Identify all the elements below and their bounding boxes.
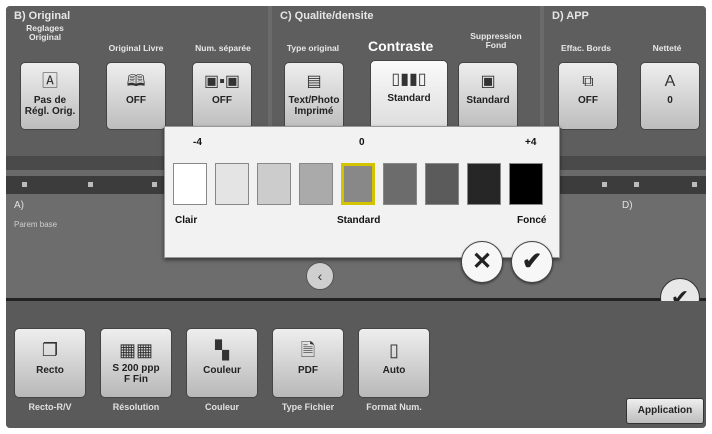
tick-min: -4 xyxy=(193,137,202,148)
slider-dot xyxy=(152,182,157,187)
tick-mid: 0 xyxy=(359,137,365,148)
book-icon: 🕮 xyxy=(126,73,146,90)
section-a-label: A) xyxy=(14,200,24,211)
resolution-value: S 200 ppp F Fin xyxy=(112,363,160,385)
couleur-caption: Couleur xyxy=(204,402,239,412)
background-removal-icon: ▣ xyxy=(480,73,496,90)
nettete-button[interactable]: A 0 xyxy=(640,62,700,130)
section-title-app: D) APP xyxy=(552,10,589,22)
header-type-original: Type original xyxy=(286,43,340,53)
recto-value: Recto xyxy=(36,365,64,376)
original-livre-value: OFF xyxy=(126,95,146,106)
header-suppression-fond: Suppression Fond xyxy=(470,31,522,50)
slider-dot xyxy=(692,182,697,187)
resolution-icon: ▦▦ xyxy=(118,340,153,360)
couleur-value: Couleur xyxy=(203,365,241,376)
label-dark: Foncé xyxy=(517,215,547,226)
contrast-swatch[interactable] xyxy=(383,163,417,205)
format-button[interactable]: ▯ Auto xyxy=(358,328,430,398)
type-fichier-caption: Type Fichier xyxy=(281,402,335,412)
color-icon: ▚ xyxy=(215,340,229,360)
tick-max: +4 xyxy=(525,137,537,148)
document-icon: 🄰 xyxy=(41,73,58,90)
header-nettete: Netteté xyxy=(652,43,682,53)
contrast-gauge-icon: ▯▮▮▯ xyxy=(391,71,427,88)
contrast-swatch[interactable] xyxy=(173,163,207,205)
section-a-sublabel: Parem base xyxy=(14,220,58,229)
cancel-button[interactable]: ✕ xyxy=(461,241,503,283)
contrast-swatch[interactable] xyxy=(509,163,543,205)
slider-dot xyxy=(602,182,607,187)
slider-dot xyxy=(634,182,639,187)
slider-dot xyxy=(88,182,93,187)
label-light: Clair xyxy=(175,215,198,226)
text-photo-icon: ▤ xyxy=(306,73,322,90)
suppression-fond-button[interactable]: ▣ Standard xyxy=(458,62,518,130)
nettete-value: 0 xyxy=(667,95,673,106)
slider-dot xyxy=(22,182,27,187)
sharpness-icon: A xyxy=(664,73,676,90)
duplex-icon: ❐ xyxy=(41,340,59,360)
format-value: Auto xyxy=(382,365,406,376)
pdf-value: PDF xyxy=(298,365,318,376)
resolution-caption: Résolution xyxy=(112,402,160,412)
ok-button[interactable]: ✔ xyxy=(511,241,553,283)
page-icon: ▯ xyxy=(389,340,399,360)
reglages-original-value: Pas de Régl. Orig. xyxy=(24,95,76,117)
separate-scan-icon: ▣▪▣ xyxy=(204,73,240,90)
pdf-button[interactable]: 🗎 PDF xyxy=(272,328,344,398)
frame-erase-icon: ⧉ xyxy=(582,73,594,90)
contrast-swatch[interactable] xyxy=(467,163,501,205)
suppression-fond-value: Standard xyxy=(466,95,510,106)
chevron-left-icon: ‹ xyxy=(317,268,323,284)
contraste-value: Standard xyxy=(387,93,431,104)
contrast-popup: -4 0 +4 Clair Standard Foncé ✕ ✔ xyxy=(164,126,560,283)
header-reglages-original: Reglages Original xyxy=(26,23,64,42)
section-title-qualite: C) Qualite/densite xyxy=(280,10,374,22)
effac-bords-button[interactable]: ⧉ OFF xyxy=(558,62,618,130)
section-app: D) APP Effac. Bords Netteté ⧉ OFF A 0 xyxy=(544,6,706,156)
contrast-swatch[interactable] xyxy=(257,163,291,205)
couleur-button[interactable]: ▚ Couleur xyxy=(186,328,258,398)
contrast-swatch[interactable] xyxy=(215,163,249,205)
scroll-left-button[interactable]: ‹ xyxy=(306,262,334,290)
contrast-swatch[interactable] xyxy=(341,163,375,205)
effac-bords-value: OFF xyxy=(578,95,598,106)
contrast-swatch[interactable] xyxy=(299,163,333,205)
close-icon: ✕ xyxy=(471,248,493,275)
header-effac-bords: Effac. Bords xyxy=(560,43,612,53)
recto-caption: Recto-R/V xyxy=(28,402,72,412)
contraste-button[interactable]: ▯▮▮▯ Standard xyxy=(370,60,448,132)
format-caption: Format Num. xyxy=(366,402,422,412)
resolution-button[interactable]: ▦▦ S 200 ppp F Fin xyxy=(100,328,172,398)
section-d-label: D) xyxy=(622,200,633,211)
label-standard: Standard xyxy=(337,215,381,226)
header-original-livre: Original Livre xyxy=(108,43,164,53)
section-title-original: B) Original xyxy=(14,10,71,22)
checkmark-icon: ✔ xyxy=(521,248,543,275)
header-contraste: Contraste xyxy=(368,38,434,54)
num-separee-button[interactable]: ▣▪▣ OFF xyxy=(192,62,252,130)
pdf-file-icon: 🗎 xyxy=(300,340,316,360)
original-livre-button[interactable]: 🕮 OFF xyxy=(106,62,166,130)
type-original-button[interactable]: ▤ Text/Photo Imprimé xyxy=(284,62,344,130)
copier-screen: B) Original Reglages Original Original L… xyxy=(6,6,706,428)
contrast-swatch[interactable] xyxy=(425,163,459,205)
num-separee-value: OFF xyxy=(212,95,232,106)
type-original-value: Text/Photo Imprimé xyxy=(288,95,340,117)
application-button[interactable]: Application xyxy=(626,398,704,424)
recto-button[interactable]: ❐ Recto xyxy=(14,328,86,398)
header-num-separee: Num. séparée xyxy=(195,43,251,53)
reglages-original-button[interactable]: 🄰 Pas de Régl. Orig. xyxy=(20,62,80,130)
